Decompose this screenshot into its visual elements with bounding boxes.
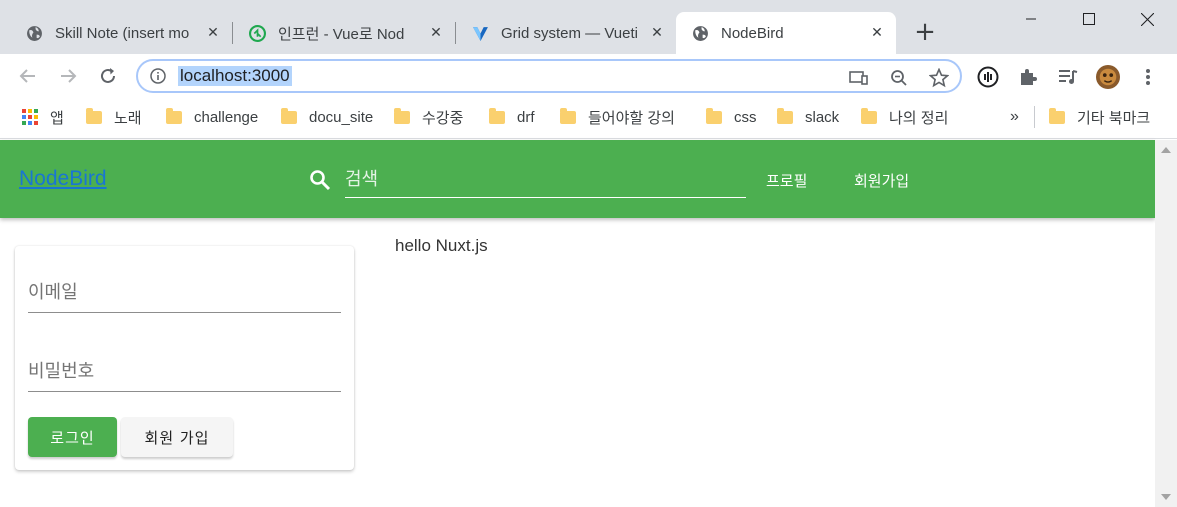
browser-tab[interactable]: Grid system — Vueti ✕ xyxy=(456,12,676,54)
folder-icon xyxy=(489,107,505,124)
signup-button[interactable]: 회원 가입 xyxy=(121,417,233,457)
extension-audio-icon[interactable] xyxy=(976,65,1000,89)
password-input[interactable] xyxy=(28,352,341,390)
folder-icon xyxy=(1049,107,1065,124)
tab-title: 인프런 - Vue로 Nod xyxy=(278,25,405,43)
maximize-button[interactable] xyxy=(1066,6,1112,32)
bookmarks-bar: 앱 노래 challenge docu_site 수강중 drf 들어야할 강의… xyxy=(0,99,1177,139)
browser-tabstrip: Skill Note (insert mo ✕ 인프런 - Vue로 Nod ✕… xyxy=(0,0,1177,54)
nav-profile-link[interactable]: 프로필 xyxy=(766,170,807,191)
browser-tab[interactable]: Skill Note (insert mo ✕ xyxy=(10,12,232,54)
folder-icon xyxy=(281,107,297,124)
login-card: 로그인 회원 가입 xyxy=(15,246,354,470)
close-window-button[interactable] xyxy=(1124,6,1170,32)
search-input[interactable] xyxy=(345,162,746,196)
login-button[interactable]: 로그인 xyxy=(28,417,117,457)
bookmark-label: 앱 xyxy=(50,109,64,127)
vuetify-icon xyxy=(472,25,489,42)
scroll-up-arrow-icon[interactable] xyxy=(1155,142,1177,158)
close-icon[interactable]: ✕ xyxy=(427,24,445,42)
new-tab-button[interactable]: + xyxy=(912,19,938,46)
bookmark-folder[interactable]: drf xyxy=(489,107,535,127)
folder-icon xyxy=(861,107,877,124)
bookmarks-overflow-button[interactable]: » xyxy=(1010,107,1019,127)
bookmark-label: drf xyxy=(517,108,535,126)
nav-signup-link[interactable]: 회원가입 xyxy=(854,170,909,191)
reload-button[interactable] xyxy=(94,62,122,90)
bookmark-label: 기타 북마크 xyxy=(1077,109,1151,127)
extensions-puzzle-icon[interactable] xyxy=(1016,65,1040,89)
tab-title: NodeBird xyxy=(721,24,784,42)
bookmark-folder[interactable]: slack xyxy=(777,107,839,127)
bookmark-label: 들어야할 강의 xyxy=(588,109,675,127)
bookmark-folder[interactable]: 나의 정리 xyxy=(861,107,948,127)
close-icon[interactable]: ✕ xyxy=(648,24,666,42)
scroll-down-arrow-icon[interactable] xyxy=(1155,489,1177,505)
cast-device-icon[interactable] xyxy=(848,67,870,89)
bookmark-star-icon[interactable] xyxy=(928,67,950,89)
password-field xyxy=(28,352,341,392)
bookmark-folder[interactable]: css xyxy=(706,107,757,127)
bookmark-folder[interactable]: challenge xyxy=(166,107,258,127)
app-bar: NodeBird 프로필 회원가입 xyxy=(0,140,1155,218)
browser-tab-active[interactable]: NodeBird ✕ xyxy=(676,12,896,54)
bookmark-apps[interactable]: 앱 xyxy=(22,107,64,127)
folder-icon xyxy=(86,107,102,124)
media-control-icon[interactable] xyxy=(1056,65,1080,89)
vertical-scrollbar[interactable] xyxy=(1155,140,1177,507)
menu-kebab-icon[interactable] xyxy=(1136,65,1160,89)
search-field xyxy=(345,162,746,198)
close-icon[interactable]: ✕ xyxy=(204,24,222,42)
bookmark-folder[interactable]: 수강중 xyxy=(394,107,463,127)
main-content-text: hello Nuxt.js xyxy=(395,236,488,255)
overflow-chevron: » xyxy=(1010,108,1019,125)
zoom-out-icon[interactable] xyxy=(888,67,910,89)
folder-icon xyxy=(706,107,722,124)
bookmarks-divider xyxy=(1034,106,1035,128)
bookmark-label: 수강중 xyxy=(422,109,464,127)
globe-icon xyxy=(692,25,709,42)
bookmark-label: challenge xyxy=(194,108,259,126)
close-icon[interactable]: ✕ xyxy=(868,24,886,42)
tab-title: Skill Note (insert mo xyxy=(55,24,190,42)
back-button[interactable] xyxy=(14,62,42,90)
globe-icon xyxy=(26,25,43,42)
bookmark-label: docu_site xyxy=(309,108,374,126)
email-input[interactable] xyxy=(28,273,341,311)
search-icon xyxy=(308,168,332,192)
folder-icon xyxy=(560,107,576,124)
bookmark-label: css xyxy=(734,108,757,126)
browser-tab[interactable]: 인프런 - Vue로 Nod ✕ xyxy=(233,12,455,54)
brand-link[interactable]: NodeBird xyxy=(19,167,107,191)
bookmark-folder[interactable]: 노래 xyxy=(86,107,142,127)
minimize-button[interactable] xyxy=(1008,6,1054,32)
folder-icon xyxy=(394,107,410,124)
other-bookmarks-folder[interactable]: 기타 북마크 xyxy=(1049,107,1150,127)
tab-title: Grid system — Vueti xyxy=(501,24,638,42)
page-viewport: NodeBird 프로필 회원가입 로그인 회원 가입 hello Nuxt.j… xyxy=(0,140,1177,507)
profile-avatar[interactable] xyxy=(1096,65,1120,89)
bookmark-label: 나의 정리 xyxy=(889,109,949,127)
folder-icon xyxy=(166,107,182,124)
bookmark-folder[interactable]: docu_site xyxy=(281,107,373,127)
info-icon[interactable] xyxy=(150,68,166,84)
bookmark-label: slack xyxy=(805,108,840,126)
email-field xyxy=(28,273,341,313)
bookmark-folder[interactable]: 들어야할 강의 xyxy=(560,107,675,127)
folder-icon xyxy=(777,107,793,124)
forward-button[interactable] xyxy=(54,62,82,90)
url-text[interactable]: localhost:3000 xyxy=(178,66,292,86)
bookmark-label: 노래 xyxy=(114,109,142,127)
apps-grid-icon xyxy=(22,109,38,125)
inflearn-icon xyxy=(249,24,266,42)
address-bar[interactable]: localhost:3000 xyxy=(136,59,962,93)
browser-toolbar: localhost:3000 xyxy=(0,54,1177,99)
